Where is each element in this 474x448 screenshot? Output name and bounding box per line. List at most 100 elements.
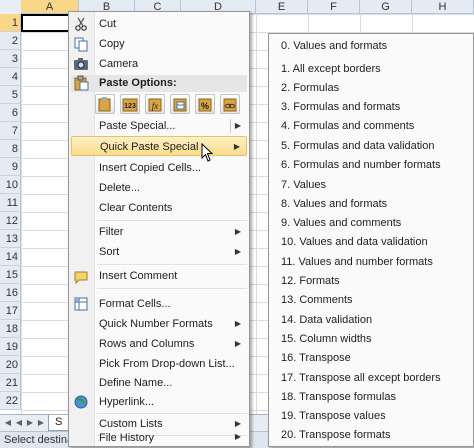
- submenu-item[interactable]: 2. Formulas: [281, 78, 339, 98]
- clipboard-icon: [73, 75, 89, 91]
- menu-item-label: Quick Number Formats: [99, 318, 213, 330]
- submenu-item[interactable]: 16. Transpose: [281, 348, 351, 368]
- menu-item-insert-comment[interactable]: Insert Comment: [71, 266, 247, 286]
- menu-item-file-history[interactable]: File History ▶: [71, 427, 247, 447]
- row-header[interactable]: 18: [0, 320, 21, 338]
- submenu-item[interactable]: 17. Transpose all except borders: [281, 368, 441, 388]
- menu-item-clear-contents[interactable]: Clear Contents: [71, 198, 247, 218]
- menu-item-cut[interactable]: Cut: [71, 14, 247, 34]
- row-header[interactable]: 15: [0, 266, 21, 284]
- submenu-item[interactable]: 0. Values and formats: [281, 36, 387, 56]
- menu-item-label: Pick From Drop-down List...: [99, 358, 235, 370]
- menu-item-quick-paste-special[interactable]: Quick Paste Special ▶: [71, 136, 247, 156]
- sheet-tab[interactable]: S: [48, 415, 70, 431]
- paste-options-header: Paste Options:: [71, 75, 247, 92]
- row-header[interactable]: 16: [0, 284, 21, 302]
- camera-icon: [73, 56, 89, 72]
- menu-item-label: Copy: [99, 38, 125, 50]
- column-header-g[interactable]: G: [360, 0, 412, 14]
- menu-item-rows-and-columns[interactable]: Rows and Columns ▶: [71, 334, 247, 354]
- menu-item-label: Filter: [99, 226, 124, 238]
- last-sheet-icon[interactable]: ▶: [36, 417, 46, 428]
- row-header[interactable]: 5: [0, 86, 21, 104]
- chevron-right-icon[interactable]: ▶: [235, 116, 241, 136]
- menu-item-define-name[interactable]: Define Name...: [71, 373, 247, 393]
- row-header[interactable]: 8: [0, 140, 21, 158]
- paste-transpose-icon[interactable]: [170, 94, 190, 114]
- submenu-item[interactable]: 5. Formulas and data validation: [281, 136, 434, 156]
- row-header[interactable]: 10: [0, 176, 21, 194]
- first-sheet-icon[interactable]: ◀: [3, 417, 13, 428]
- submenu-item[interactable]: 15. Column widths: [281, 329, 372, 349]
- menu-item-label: Insert Comment: [99, 270, 178, 282]
- mouse-cursor-icon: [201, 143, 214, 162]
- menu-item-camera[interactable]: Camera: [71, 54, 247, 74]
- submenu-item[interactable]: 4. Formulas and comments: [281, 116, 414, 136]
- quick-paste-special-submenu: 0. Values and formats 1. All except bord…: [268, 33, 474, 447]
- menu-item-insert-copied-cells[interactable]: Insert Copied Cells...: [71, 158, 247, 178]
- menu-item-pick-from-dropdown[interactable]: Pick From Drop-down List...: [71, 354, 247, 374]
- column-header-f[interactable]: F: [308, 0, 360, 14]
- menu-item-filter[interactable]: Filter ▶: [71, 222, 247, 242]
- menu-item-quick-number-formats[interactable]: Quick Number Formats ▶: [71, 314, 247, 334]
- column-header-h[interactable]: H: [412, 0, 474, 14]
- submenu-item[interactable]: 20. Transpose formats: [281, 425, 390, 445]
- row-header[interactable]: 7: [0, 122, 21, 140]
- submenu-item[interactable]: 8. Values and formats: [281, 194, 387, 214]
- row-header[interactable]: 13: [0, 230, 21, 248]
- chevron-right-icon: ▶: [234, 319, 241, 328]
- column-header-e[interactable]: E: [256, 0, 308, 14]
- submenu-item[interactable]: 19. Transpose values: [281, 406, 386, 426]
- row-header[interactable]: 14: [0, 248, 21, 266]
- row-header[interactable]: 17: [0, 302, 21, 320]
- context-menu: Cut Copy Camera Paste Options: 123 fx % …: [68, 11, 250, 447]
- submenu-item[interactable]: 12. Formats: [281, 271, 340, 291]
- row-header[interactable]: 1: [0, 14, 21, 32]
- submenu-item[interactable]: 6. Formulas and number formats: [281, 155, 441, 175]
- row-header[interactable]: 9: [0, 158, 21, 176]
- menu-item-label: Hyperlink...: [99, 396, 155, 408]
- row-header[interactable]: 21: [0, 374, 21, 392]
- menu-item-hyperlink[interactable]: Hyperlink...: [71, 392, 247, 412]
- next-sheet-icon[interactable]: ▶: [25, 417, 35, 428]
- paste-values-icon[interactable]: 123: [120, 94, 140, 114]
- paste-icon[interactable]: [95, 94, 115, 114]
- menu-item-paste-special[interactable]: Paste Special... ▶: [71, 116, 247, 136]
- chevron-right-icon: ▶: [234, 432, 241, 441]
- row-header[interactable]: 20: [0, 356, 21, 374]
- row-header[interactable]: 12: [0, 212, 21, 230]
- submenu-item[interactable]: 13. Comments: [281, 290, 353, 310]
- row-header[interactable]: 19: [0, 338, 21, 356]
- paste-formatting-icon[interactable]: %: [195, 94, 215, 114]
- paste-link-icon[interactable]: [220, 94, 240, 114]
- chevron-right-icon: ▶: [234, 227, 241, 236]
- submenu-item[interactable]: 3. Formulas and formats: [281, 97, 400, 117]
- menu-item-label: File History: [99, 432, 155, 444]
- menu-item-label: Cut: [99, 18, 117, 30]
- select-all-corner[interactable]: [0, 0, 22, 15]
- row-header[interactable]: 6: [0, 104, 21, 122]
- row-header[interactable]: 11: [0, 194, 21, 212]
- submenu-item[interactable]: 18. Transpose formulas: [281, 387, 396, 407]
- paste-formulas-icon[interactable]: fx: [145, 94, 165, 114]
- submenu-item[interactable]: 11. Values and number formats: [281, 252, 433, 272]
- row-header[interactable]: 22: [0, 392, 21, 410]
- menu-item-delete[interactable]: Delete...: [71, 178, 247, 198]
- menu-item-format-cells[interactable]: Format Cells...: [71, 294, 247, 314]
- submenu-item[interactable]: 14. Data validation: [281, 310, 372, 330]
- row-header[interactable]: 2: [0, 32, 21, 50]
- prev-sheet-icon[interactable]: ◀: [14, 417, 24, 428]
- menu-item-copy[interactable]: Copy: [71, 34, 247, 54]
- submenu-item[interactable]: 9. Values and comments: [281, 213, 401, 233]
- format-cells-icon: [73, 296, 89, 312]
- row-header[interactable]: 3: [0, 50, 21, 68]
- row-header[interactable]: 4: [0, 68, 21, 86]
- submenu-item[interactable]: 7. Values: [281, 175, 326, 195]
- menu-item-sort[interactable]: Sort ▶: [71, 242, 247, 262]
- submenu-item[interactable]: 10. Values and data validation: [281, 232, 428, 252]
- svg-text:%: %: [201, 101, 209, 111]
- submenu-item[interactable]: 1. All except borders: [281, 59, 381, 79]
- menu-item-label: Rows and Columns: [99, 338, 195, 350]
- svg-text:123: 123: [124, 103, 136, 110]
- scissors-icon: [73, 16, 89, 32]
